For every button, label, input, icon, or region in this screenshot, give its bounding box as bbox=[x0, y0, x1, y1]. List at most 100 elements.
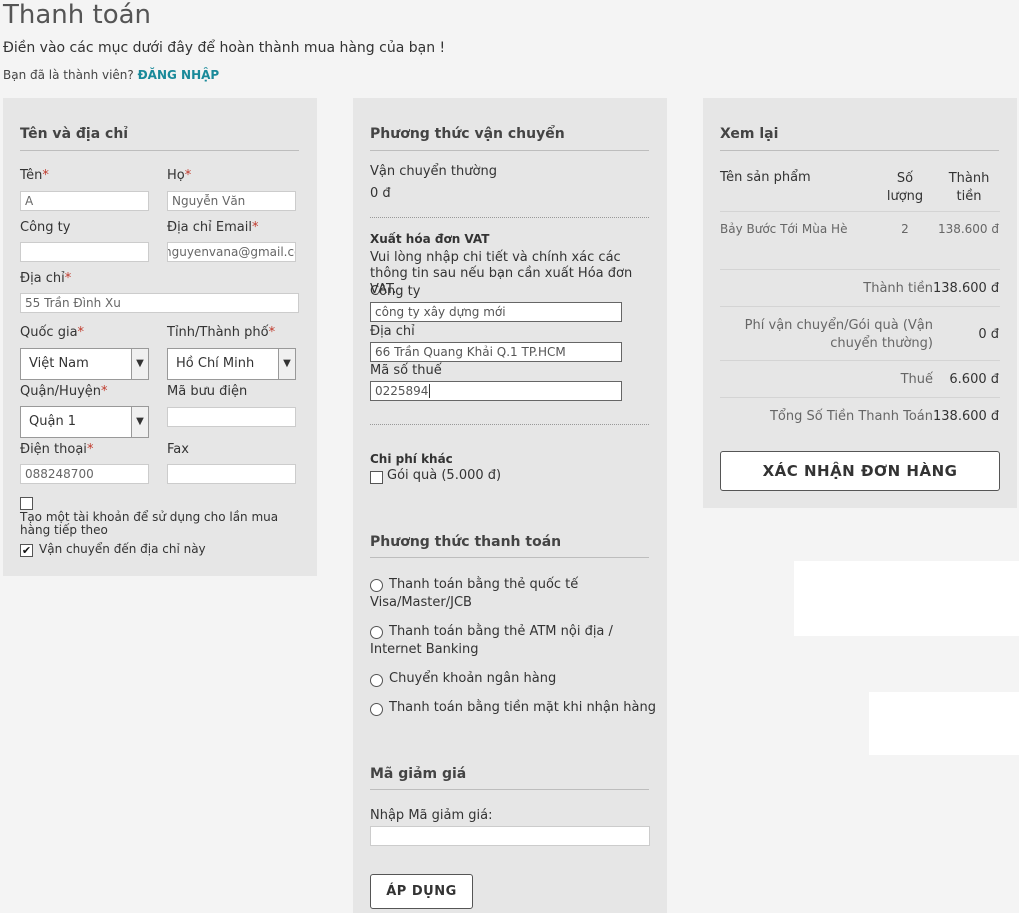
payment-option-atm: Thanh toán bằng thẻ ATM nội địa / Intern… bbox=[370, 624, 613, 657]
review-item-qty: 2 bbox=[901, 222, 909, 236]
company-label: Công ty bbox=[20, 220, 71, 235]
address-label-text: Địa chỉ bbox=[20, 271, 65, 286]
email-input[interactable]: nguyenvana@gmail.com bbox=[167, 242, 296, 262]
review-items-divider bbox=[720, 269, 1000, 270]
country-select[interactable]: Việt Nam ▼ bbox=[20, 348, 149, 380]
district-select[interactable]: Quận 1 ▼ bbox=[20, 406, 149, 438]
first-name-label-text: Tên bbox=[20, 168, 43, 183]
review-section-title: Xem lại bbox=[720, 126, 779, 142]
company-input[interactable] bbox=[20, 242, 149, 262]
email-label: Địa chỉ Email* bbox=[167, 220, 258, 235]
member-question: Bạn đã là thành viên? bbox=[3, 68, 134, 82]
tax-divider bbox=[720, 397, 1000, 398]
gift-wrap-label: Gói quà (5.000 đ) bbox=[387, 468, 502, 483]
shipping-fee-label: Phí vận chuyển/Gói quà (Vận chuyển thườn… bbox=[744, 318, 933, 351]
review-col-qty: Số lượng bbox=[886, 171, 924, 204]
phone-input[interactable]: 088248700 bbox=[20, 464, 149, 484]
address-panel: Tên và địa chỉ Tên* A Họ* Nguyễn Văn Côn… bbox=[3, 98, 317, 576]
chevron-down-icon[interactable]: ▼ bbox=[278, 349, 295, 379]
tax-label: Thuế bbox=[900, 372, 933, 387]
chevron-down-icon[interactable]: ▼ bbox=[131, 407, 148, 437]
coupon-label: Nhập Mã giảm giá: bbox=[370, 808, 493, 823]
vat-tax-label: Mã số thuế bbox=[370, 363, 442, 378]
payment-option-card: Thanh toán bằng thẻ quốc tế Visa/Master/… bbox=[370, 577, 579, 610]
review-col-product: Tên sản phẩm bbox=[720, 170, 811, 185]
district-select-value: Quận 1 bbox=[29, 414, 77, 429]
vat-company-input[interactable]: công ty xây dựng mới bbox=[370, 302, 622, 322]
payment-radio-bank[interactable] bbox=[370, 674, 383, 687]
required-mark: * bbox=[42, 168, 49, 183]
review-col-total: Thành tiền bbox=[948, 171, 990, 204]
address-label: Địa chỉ* bbox=[20, 271, 71, 286]
text-cursor bbox=[429, 384, 431, 398]
shipping-section-title: Phương thức vận chuyển bbox=[370, 126, 565, 142]
create-account-label: Tạo một tài khoản để sử dụng cho lần mua… bbox=[20, 510, 279, 537]
payment-title-divider bbox=[370, 557, 649, 558]
last-name-input[interactable]: Nguyễn Văn bbox=[167, 191, 296, 211]
grand-total-value: 138.600 đ bbox=[933, 409, 1000, 424]
subtotal-label: Thành tiền bbox=[863, 281, 933, 296]
province-select-value: Hồ Chí Minh bbox=[176, 356, 255, 371]
grand-total-label: Tổng Số Tiền Thanh Toán bbox=[769, 409, 933, 424]
first-name-label: Tên* bbox=[20, 168, 49, 183]
vat-title: Xuất hóa đơn VAT bbox=[370, 232, 490, 246]
vat-company-label: Công ty bbox=[370, 284, 421, 299]
payment-radio-cod[interactable] bbox=[370, 703, 383, 716]
postal-input[interactable] bbox=[167, 407, 296, 427]
review-title-divider bbox=[720, 150, 999, 151]
vat-address-input[interactable]: 66 Trần Quang Khải Q.1 TP.HCM bbox=[370, 342, 622, 362]
blank-area bbox=[869, 692, 1019, 755]
create-account-checkbox[interactable] bbox=[20, 497, 33, 510]
page-title: Thanh toán bbox=[3, 0, 152, 30]
last-name-label: Họ* bbox=[167, 168, 191, 183]
vat-divider bbox=[370, 424, 649, 425]
shipping-payment-panel: Phương thức vận chuyển Vận chuyển thường… bbox=[353, 98, 667, 913]
required-mark: * bbox=[268, 325, 276, 340]
country-label: Quốc gia* bbox=[20, 325, 84, 340]
vat-tax-value: 0225894 bbox=[375, 384, 429, 398]
apply-coupon-button[interactable]: ÁP DỤNG bbox=[370, 874, 473, 909]
coupon-section-title: Mã giảm giá bbox=[370, 766, 467, 782]
ship-here-label: Vận chuyển đến địa chỉ này bbox=[39, 542, 206, 556]
district-label-text: Quận/Huyện bbox=[20, 384, 102, 399]
coupon-input[interactable] bbox=[370, 826, 650, 846]
confirm-order-button[interactable]: XÁC NHẬN ĐƠN HÀNG bbox=[720, 451, 1000, 491]
required-mark: * bbox=[77, 325, 85, 340]
checkmark-icon: ✔ bbox=[21, 544, 32, 557]
first-name-input[interactable]: A bbox=[20, 191, 149, 211]
review-panel: Xem lại Tên sản phẩm Số lượng Thành tiền… bbox=[703, 98, 1017, 508]
gift-wrap-checkbox[interactable] bbox=[370, 471, 383, 484]
province-select[interactable]: Hồ Chí Minh ▼ bbox=[167, 348, 296, 380]
payment-option-bank: Chuyển khoản ngân hàng bbox=[389, 671, 557, 686]
ship-here-checkbox[interactable]: ✔ bbox=[20, 544, 33, 557]
district-label: Quận/Huyện* bbox=[20, 384, 108, 399]
coupon-title-divider bbox=[370, 789, 649, 790]
review-item-name: Bảy Bước Tới Mùa Hè bbox=[720, 222, 848, 236]
phone-label: Điện thoại* bbox=[20, 442, 93, 457]
shipping-divider bbox=[370, 217, 649, 218]
province-label: Tỉnh/Thành phố* bbox=[167, 325, 275, 340]
country-label-text: Quốc gia bbox=[20, 325, 78, 340]
address-section-title: Tên và địa chỉ bbox=[20, 126, 129, 142]
payment-section-title: Phương thức thanh toán bbox=[370, 534, 562, 550]
email-label-text: Địa chỉ Email bbox=[167, 220, 252, 235]
required-mark: * bbox=[64, 271, 72, 286]
vat-tax-input[interactable]: 0225894 bbox=[370, 381, 622, 401]
required-mark: * bbox=[251, 220, 259, 235]
country-select-value: Việt Nam bbox=[29, 356, 89, 371]
blank-area bbox=[794, 561, 1019, 636]
fax-input[interactable] bbox=[167, 464, 296, 484]
shipping-price: 0 đ bbox=[370, 186, 391, 201]
page-subtitle: Điền vào các mục dưới đây để hoàn thành … bbox=[3, 40, 446, 56]
shipping-fee-divider bbox=[720, 360, 1000, 361]
address-title-divider bbox=[20, 150, 299, 151]
required-mark: * bbox=[86, 442, 94, 457]
postal-label: Mã bưu điện bbox=[167, 384, 248, 399]
address-input[interactable]: 55 Trần Đình Xu bbox=[20, 293, 299, 313]
province-label-text: Tỉnh/Thành phố bbox=[167, 325, 269, 340]
chevron-down-icon[interactable]: ▼ bbox=[131, 349, 148, 379]
other-fees-title: Chi phí khác bbox=[370, 452, 453, 466]
vat-address-label: Địa chỉ bbox=[370, 324, 415, 339]
required-mark: * bbox=[184, 168, 192, 183]
login-link[interactable]: ĐĂNG NHẬP bbox=[138, 68, 220, 82]
